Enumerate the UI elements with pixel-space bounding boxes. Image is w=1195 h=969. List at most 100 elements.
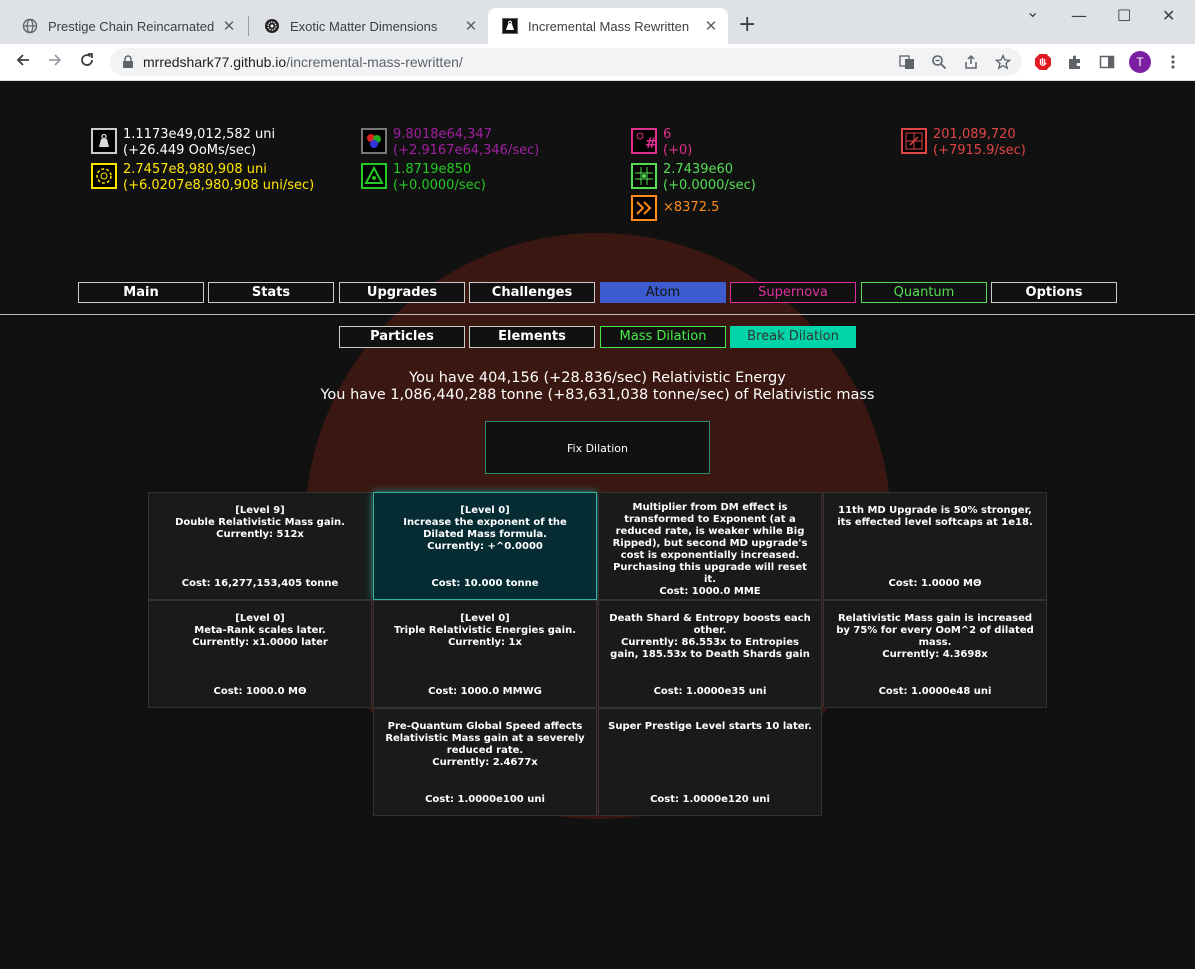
upgrade-description: Triple Relativistic Energies gain.	[393, 625, 577, 636]
upgrade-current: Currently: 512x	[216, 529, 304, 540]
new-tab-button[interactable]: +	[738, 14, 756, 36]
menu-kebab-icon[interactable]	[1164, 53, 1182, 71]
close-tab-icon[interactable]: ✕	[220, 17, 238, 35]
upgrade-cost: Cost: 1000.0 MΘ	[213, 686, 307, 697]
profile-avatar[interactable]: T	[1129, 51, 1151, 73]
quantum-foam-rate: (+0)	[663, 143, 693, 158]
quark-icon	[361, 128, 387, 154]
upgrade-card[interactable]: Relativistic Mass gain is increased by 7…	[823, 600, 1047, 708]
side-panel-icon[interactable]	[1098, 53, 1116, 71]
tab-title: Exotic Matter Dimensions	[290, 18, 438, 34]
upgrade-description: 11th MD Upgrade is 50% stronger, its eff…	[837, 505, 1033, 528]
tab-main[interactable]: Main	[78, 282, 204, 303]
tab-divider	[0, 314, 1195, 315]
entropy-rate: (+0.0000/sec)	[663, 178, 756, 193]
tab-atom[interactable]: Atom	[600, 282, 726, 303]
subtab-elements[interactable]: Elements	[469, 326, 595, 348]
dark-matter-value: 1.8719e850	[393, 162, 472, 177]
subtab-particles[interactable]: Particles	[339, 326, 465, 348]
upgrade-cost: Cost: 1.0000e120 uni	[650, 794, 770, 805]
upgrade-card[interactable]: Super Prestige Level starts 10 later. Co…	[598, 708, 822, 816]
close-tab-icon[interactable]: ✕	[702, 17, 720, 35]
tab-options[interactable]: Options	[991, 282, 1117, 303]
svg-text:#: #	[645, 136, 655, 152]
relativistic-energy-text: You have 404,156 (+28.836/sec) Relativis…	[409, 370, 786, 386]
minimize-button[interactable]: —	[1071, 6, 1087, 25]
emd-icon	[264, 18, 280, 34]
fix-dilation-button[interactable]: Fix Dilation	[485, 421, 710, 474]
relativistic-mass-text: You have 1,086,440,288 tonne (+83,631,03…	[320, 387, 875, 403]
upgrade-card[interactable]: 11th MD Upgrade is 50% stronger, its eff…	[823, 492, 1047, 600]
upgrade-cost: Cost: 1000.0 MMWG	[428, 686, 542, 697]
quantum-foam-value: 6	[663, 127, 672, 142]
weight-icon	[91, 128, 117, 154]
share-icon[interactable]	[962, 53, 980, 71]
upgrade-cost: Cost: 10.000 tonne	[431, 578, 539, 589]
upgrade-cost: Cost: 1000.0 MME	[659, 586, 761, 597]
upgrade-level: [Level 0]	[460, 613, 510, 624]
upgrade-description: Pre-Quantum Global Speed affects Relativ…	[385, 721, 585, 756]
black-hole-rate: (+6.0207e8,980,908 uni/sec)	[123, 178, 315, 193]
tab-quantum[interactable]: Quantum	[861, 282, 987, 303]
upgrade-level: [Level 0]	[460, 505, 510, 516]
subtab-mass-dilation[interactable]: Mass Dilation	[600, 326, 726, 348]
mass-value: 1.1173e49,012,582 uni	[123, 127, 276, 142]
tab-search-dropdown-icon[interactable]: ⌄	[1026, 2, 1039, 21]
death-shards-rate: (+7915.9/sec)	[933, 143, 1026, 158]
dark-matter-icon	[361, 163, 387, 189]
forward-icon[interactable]	[46, 51, 64, 74]
upgrade-description: Death Shard & Entropy boosts each other.	[609, 613, 811, 636]
upgrade-card[interactable]: Multiplier from DM effect is transformed…	[598, 492, 822, 600]
address-bar[interactable]: mrredshark77.github.io/incremental-mass-…	[110, 48, 1022, 76]
upgrade-description: Multiplier from DM effect is transformed…	[612, 502, 808, 585]
black-hole-value: 2.7457e8,980,908 uni	[123, 162, 267, 177]
upgrade-card[interactable]: [Level 9] Double Relativistic Mass gain. C…	[148, 492, 372, 600]
upgrade-card[interactable]: [Level 0] Increase the exponent of the Di…	[373, 492, 597, 600]
upgrade-current: Currently: 86.553x to Entropies gain, 18…	[610, 637, 810, 660]
upgrade-current: Currently: 2.4677x	[432, 757, 538, 768]
globe-icon	[22, 18, 38, 34]
close-tab-icon[interactable]: ✕	[462, 17, 480, 35]
upgrade-current: Currently: 4.3698x	[882, 649, 988, 660]
upgrade-cost: Cost: 16,277,153,405 tonne	[181, 578, 339, 589]
tab-incremental-mass[interactable]: Incremental Mass Rewritten ✕	[488, 8, 728, 44]
tab-supernova[interactable]: Supernova	[730, 282, 856, 303]
upgrade-card[interactable]: [Level 0] Meta-Rank scales later. Currentl…	[148, 600, 372, 708]
tab-prestige-chain[interactable]: Prestige Chain Reincarnated ✕	[8, 8, 246, 44]
tab-challenges[interactable]: Challenges	[469, 282, 595, 303]
upgrade-description: Increase the exponent of the Dilated Mas…	[403, 517, 567, 540]
upgrade-current: Currently: x1.0000 later	[192, 637, 328, 648]
close-window-button[interactable]: ✕	[1162, 6, 1175, 25]
extensions-puzzle-icon[interactable]	[1066, 53, 1084, 71]
tab-title: Incremental Mass Rewritten	[528, 18, 690, 34]
adblock-icon[interactable]	[1034, 53, 1052, 71]
back-icon[interactable]	[14, 51, 32, 74]
reload-icon[interactable]	[78, 51, 96, 74]
lock-icon	[122, 54, 134, 73]
subtab-break-dilation[interactable]: Break Dilation	[730, 326, 856, 348]
upgrade-card[interactable]: Pre-Quantum Global Speed affects Relativ…	[373, 708, 597, 816]
entropy-grid-icon	[631, 163, 657, 189]
upgrade-description: Double Relativistic Mass gain.	[175, 517, 345, 528]
maximize-button[interactable]: ☐	[1117, 6, 1131, 25]
upgrade-description: Meta-Rank scales later.	[194, 625, 326, 636]
tab-upgrades[interactable]: Upgrades	[339, 282, 465, 303]
tab-exotic-matter[interactable]: Exotic Matter Dimensions ✕	[250, 8, 488, 44]
mass-rate: (+26.449 OoMs/sec)	[123, 143, 257, 158]
quarks-rate: (+2.9167e64,346/sec)	[393, 143, 540, 158]
fast-forward-icon	[631, 195, 657, 221]
entropy-value: 2.7439e60	[663, 162, 734, 177]
tab-title: Prestige Chain Reincarnated	[48, 18, 215, 34]
tab-stats[interactable]: Stats	[208, 282, 334, 303]
browser-tab-bar: Prestige Chain Reincarnated ✕ Exotic Mat…	[0, 0, 1195, 44]
browser-toolbar: mrredshark77.github.io/incremental-mass-…	[0, 44, 1195, 81]
quantum-hash-icon: #	[631, 128, 657, 154]
upgrade-card[interactable]: Death Shard & Entropy boosts each other.…	[598, 600, 822, 708]
url-host: mrredshark77.github.io	[143, 54, 287, 70]
translate-icon[interactable]	[898, 53, 916, 71]
upgrade-current: Currently: +^0.0000	[427, 541, 543, 552]
upgrade-card[interactable]: [Level 0] Triple Relativistic Energies ga…	[373, 600, 597, 708]
url-path: /incremental-mass-rewritten/	[286, 54, 463, 70]
zoom-icon[interactable]	[930, 53, 948, 71]
bookmark-star-icon[interactable]	[994, 53, 1012, 71]
